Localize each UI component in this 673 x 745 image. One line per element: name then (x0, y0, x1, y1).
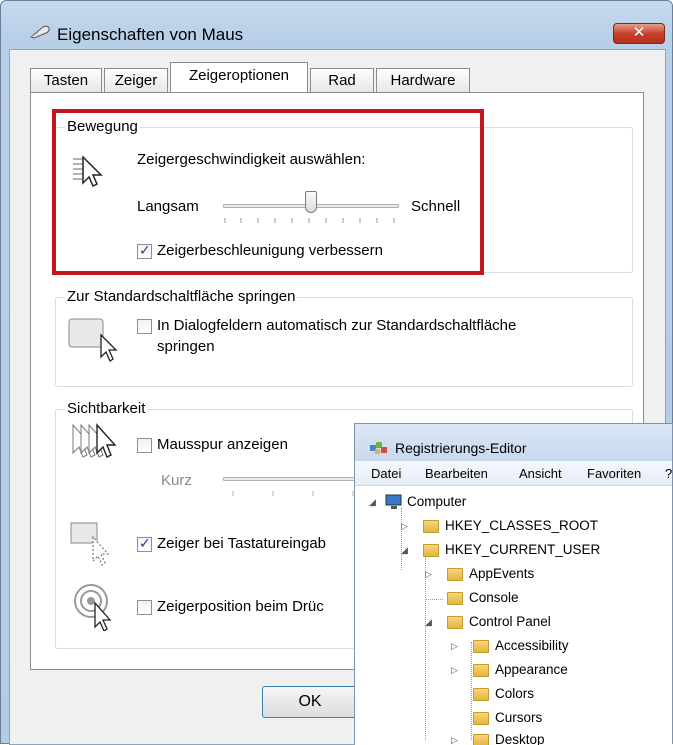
show-location-checkbox[interactable] (137, 600, 152, 615)
menu-ansicht[interactable]: Ansicht (519, 466, 562, 481)
tab-rad[interactable]: Rad (310, 68, 374, 92)
pointer-trails-label[interactable]: Mausspur anzeigen (157, 436, 288, 453)
collapse-arrow-icon[interactable]: ◢ (401, 545, 408, 556)
expand-arrow-icon[interactable]: ▷ (425, 569, 432, 580)
highlight-frame (52, 109, 484, 275)
folder-icon (473, 688, 489, 701)
show-location-label[interactable]: Zeigerposition beim Drüc (157, 598, 324, 615)
registry-title: Registrierungs-Editor (395, 440, 527, 456)
tree-line (471, 642, 472, 740)
folder-icon (423, 520, 439, 533)
menu-bearbeiten[interactable]: Bearbeiten (425, 466, 488, 481)
folder-icon (473, 734, 489, 745)
tree-label: Appearance (495, 662, 568, 677)
tree-label: HKEY_CURRENT_USER (445, 542, 601, 557)
folder-icon (473, 640, 489, 653)
collapse-arrow-icon[interactable]: ◢ (369, 497, 376, 508)
tree-label: Accessibility (495, 638, 569, 653)
registry-menu-bar: Datei Bearbeiten Ansicht Favoriten ? (355, 461, 672, 486)
snap-to-group (55, 297, 633, 387)
close-button[interactable]: ✕ (613, 23, 665, 44)
folder-icon (473, 664, 489, 677)
folder-icon (447, 568, 463, 581)
tab-hardware[interactable]: Hardware (376, 68, 470, 92)
folder-icon (423, 544, 439, 557)
tab-zeiger[interactable]: Zeiger (104, 68, 168, 92)
registry-editor-window: Registrierungs-Editor Datei Bearbeiten A… (354, 423, 673, 745)
registry-editor-icon (370, 442, 387, 454)
menu-help[interactable]: ? (665, 466, 672, 481)
tree-label: Desktop (495, 732, 545, 745)
registry-title-bar[interactable]: Registrierungs-Editor (355, 424, 672, 461)
tree-label: Control Panel (469, 614, 551, 629)
hide-pointer-icon (70, 522, 110, 566)
tree-line (425, 599, 443, 600)
snap-to-label-line2[interactable]: springen (157, 338, 215, 355)
ok-button[interactable]: OK (262, 686, 358, 718)
snap-to-label-line1[interactable]: In Dialogfeldern automatisch zur Standar… (157, 317, 516, 334)
pointer-trails-icon (72, 423, 117, 458)
mouse-pointer-icon (29, 25, 50, 39)
collapse-arrow-icon[interactable]: ◢ (425, 617, 432, 628)
tree-label: Cursors (495, 710, 543, 725)
trails-short-label: Kurz (161, 472, 192, 489)
tab-zeigeroptionen[interactable]: Zeigeroptionen (170, 62, 308, 92)
tree-label: AppEvents (469, 566, 535, 581)
registry-tree: ◢ Computer ▷ HKEY_CLASSES_ROOT ◢ HKEY_CU… (355, 486, 672, 745)
show-location-icon (74, 584, 112, 631)
folder-icon (447, 592, 463, 605)
snap-to-checkbox[interactable] (137, 319, 152, 334)
tree-line (425, 552, 426, 740)
pointer-trails-checkbox[interactable] (137, 438, 152, 453)
visibility-group-title: Sichtbarkeit (65, 400, 148, 417)
window-title: Eigenschaften von Maus (57, 25, 244, 44)
tree-label: Computer (407, 494, 467, 509)
expand-arrow-icon[interactable]: ▷ (451, 665, 458, 676)
tree-label: Colors (495, 686, 535, 701)
computer-icon (385, 494, 402, 509)
title-bar[interactable]: Eigenschaften von Maus ✕ (1, 1, 672, 49)
snap-to-default-icon (68, 318, 118, 362)
tab-tasten[interactable]: Tasten (30, 68, 102, 92)
hide-while-typing-label[interactable]: Zeiger bei Tastatureingab (157, 535, 326, 552)
expand-arrow-icon[interactable]: ▷ (401, 521, 408, 532)
trails-slider-ticks (232, 491, 354, 496)
menu-favoriten[interactable]: Favoriten (587, 466, 641, 481)
tree-label: HKEY_CLASSES_ROOT (445, 518, 599, 533)
folder-icon (447, 616, 463, 629)
folder-icon (473, 712, 489, 725)
hide-while-typing-checkbox[interactable]: ✓ (137, 535, 152, 552)
menu-datei[interactable]: Datei (371, 466, 401, 481)
tree-line (401, 508, 402, 570)
tree-label: Console (469, 590, 519, 605)
snap-to-group-title: Zur Standardschaltfläche springen (65, 288, 298, 305)
trails-slider-track[interactable] (223, 477, 363, 481)
expand-arrow-icon[interactable]: ▷ (451, 641, 458, 652)
checkmark-icon: ✓ (139, 535, 151, 551)
